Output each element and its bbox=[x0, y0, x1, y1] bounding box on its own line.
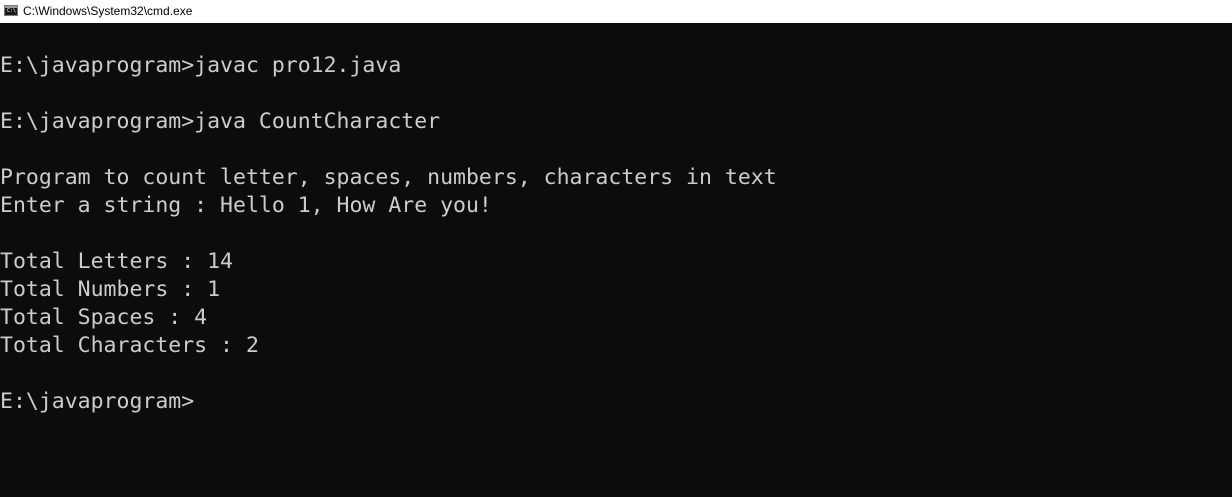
title-bar[interactable]: C:\ C:\Windows\System32\cmd.exe bbox=[0, 0, 1232, 23]
console-line: Total Letters : 14 bbox=[0, 249, 233, 274]
console-output[interactable]: E:\javaprogram>javac pro12.java E:\javap… bbox=[0, 52, 777, 416]
console-line: Enter a string : Hello 1, How Are you! bbox=[0, 193, 492, 218]
window-title: C:\Windows\System32\cmd.exe bbox=[23, 4, 193, 18]
console-line: E:\javaprogram>javac pro12.java bbox=[0, 53, 402, 78]
console-line: Total Spaces : 4 bbox=[0, 305, 208, 330]
command-prompt[interactable]: E:\javaprogram> bbox=[0, 388, 777, 416]
cmd-icon[interactable]: C:\ bbox=[4, 5, 18, 16]
console-line: Total Characters : 2 bbox=[0, 333, 259, 358]
cmd-window: C:\ C:\Windows\System32\cmd.exe E:\javap… bbox=[0, 0, 1232, 497]
console-line: Program to count letter, spaces, numbers… bbox=[0, 165, 777, 190]
console-line: Total Numbers : 1 bbox=[0, 277, 221, 302]
console-line: E:\javaprogram>java CountCharacter bbox=[0, 109, 441, 134]
